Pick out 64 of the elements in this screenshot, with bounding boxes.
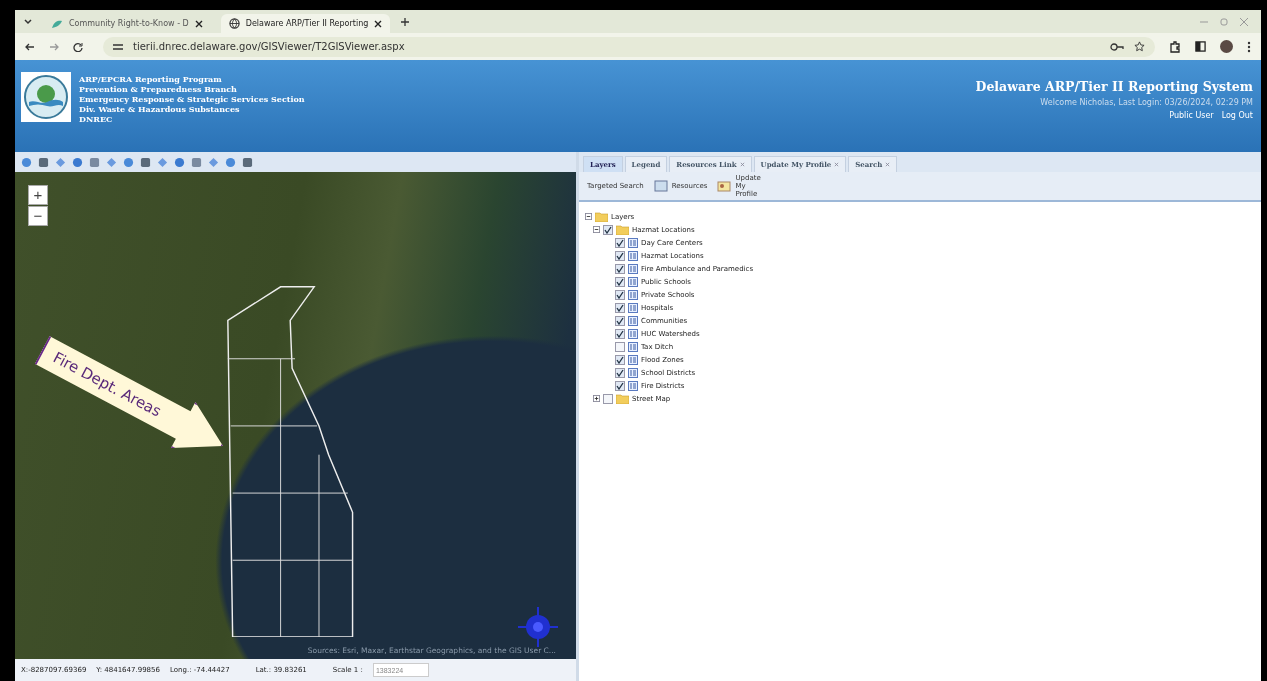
header-link[interactable]: Log Out (1221, 111, 1253, 120)
folder-icon (595, 211, 608, 222)
checkbox[interactable] (615, 367, 625, 378)
header-link[interactable]: Public User (1169, 111, 1214, 120)
layer-icon (628, 276, 638, 287)
close-icon[interactable] (194, 19, 203, 28)
address-bar[interactable]: tierii.dnrec.delaware.gov/GISViewer/T2GISViewer.aspx (103, 36, 1155, 57)
checkbox[interactable] (615, 250, 625, 261)
reload-icon[interactable] (73, 41, 83, 52)
folder-icon (616, 393, 629, 404)
star-icon[interactable] (1134, 41, 1145, 52)
forward-arrow-icon[interactable] (49, 41, 59, 52)
puzzle-icon[interactable] (1169, 40, 1181, 53)
checkbox[interactable] (615, 302, 625, 313)
leaf-icon (51, 18, 63, 29)
layer-icon (628, 263, 638, 274)
layer-icon (628, 341, 638, 352)
plus-icon[interactable] (400, 16, 411, 27)
layer-icon (628, 302, 638, 313)
layer-icon (628, 367, 638, 378)
organization-line: DNREC (79, 114, 114, 124)
zoom-out-button[interactable]: − (28, 206, 48, 226)
checkbox[interactable] (603, 393, 613, 404)
browser-tab[interactable]: Community Right-to-Know - D (43, 14, 211, 33)
collapse-icon[interactable] (585, 213, 592, 220)
checkbox[interactable] (615, 315, 625, 326)
collapse-icon[interactable] (593, 226, 600, 233)
layer-icon (628, 315, 638, 326)
key-icon[interactable] (1110, 42, 1124, 51)
layer-icon (628, 380, 638, 391)
layer-icon (628, 289, 638, 300)
layer-icon (628, 328, 638, 339)
chevron-down-icon[interactable] (23, 16, 33, 27)
compass-icon[interactable] (518, 607, 558, 647)
layer-icon (628, 237, 638, 248)
profile-card-icon (717, 180, 732, 192)
organization-line: Emergency Response & Strategic Services Section (79, 94, 305, 104)
layer-icon (628, 250, 638, 261)
organization-line: ARP/EPCRA Reporting Program (79, 74, 223, 84)
more-icon[interactable] (1247, 40, 1251, 53)
checkbox[interactable] (615, 328, 625, 339)
collapse-icon[interactable] (593, 395, 600, 402)
folder-icon (616, 224, 629, 235)
checkbox[interactable] (615, 289, 625, 300)
sidebar-icon[interactable] (1195, 41, 1206, 52)
site-settings-icon (113, 42, 123, 51)
close-icon[interactable] (374, 19, 383, 28)
checkbox[interactable] (603, 224, 613, 235)
welcome-text: Welcome Nicholas, Last Login: 03/26/2024, 02:29 PM (1039, 98, 1253, 107)
layer-icon (628, 354, 638, 365)
checkbox[interactable] (615, 276, 625, 287)
checkbox[interactable] (615, 380, 625, 391)
checkbox[interactable] (615, 263, 625, 274)
system-title: Delaware ARP/Tier II Reporting System (975, 79, 1253, 94)
checkbox[interactable] (615, 341, 625, 352)
organization-line: Div. Waste & Hazardous Substances (79, 104, 241, 114)
browser-tab[interactable]: Delaware ARP/Tier II Reporting (220, 14, 391, 33)
avatar-icon[interactable] (1220, 40, 1233, 53)
back-arrow-icon[interactable] (25, 41, 35, 52)
checkbox[interactable] (615, 237, 625, 248)
checkbox[interactable] (615, 354, 625, 365)
seal-logo-icon (21, 72, 71, 122)
zoom-in-button[interactable]: + (28, 185, 48, 205)
organization-line: Prevention & Preparedness Branch (79, 84, 238, 94)
